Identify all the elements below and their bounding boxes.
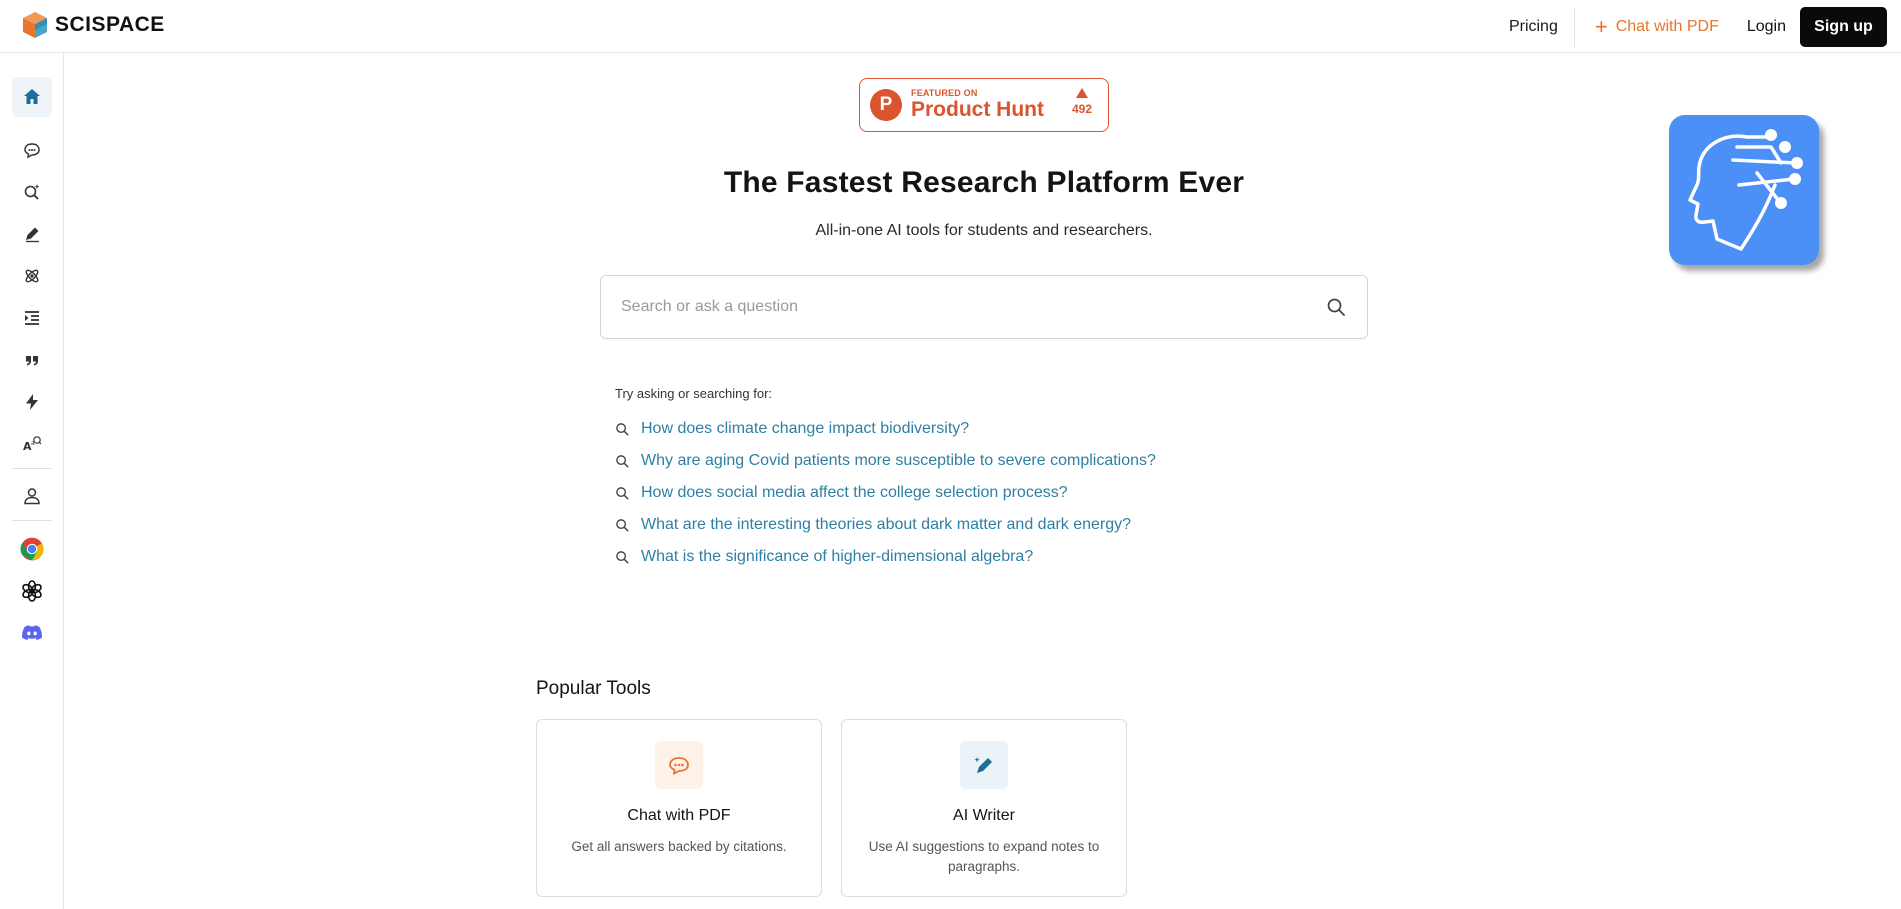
suggestion-item[interactable]: What is the significance of higher-dimen…	[615, 541, 1156, 573]
user-icon	[24, 488, 40, 505]
search-icon	[616, 550, 629, 564]
discord-icon	[22, 625, 42, 641]
home-icon	[24, 89, 40, 104]
brand[interactable]: SCISPACE	[23, 12, 165, 38]
tool-description: Get all answers backed by citations.	[571, 839, 787, 854]
sidebar-divider	[12, 520, 52, 521]
product-hunt-featured: FEATURED ON	[911, 88, 978, 98]
suggestion-text: What are the interesting theories about …	[641, 516, 1132, 533]
sidebar-item-openai[interactable]	[12, 571, 52, 611]
sidebar-item-outline[interactable]	[12, 298, 52, 338]
search-icon	[616, 486, 629, 500]
lightning-icon	[26, 394, 38, 410]
top-nav: Pricing + Chat with PDF Login Sign up	[1493, 0, 1901, 53]
sidebar-item-chrome[interactable]	[12, 529, 52, 569]
popular-tools-heading: Popular Tools	[536, 678, 651, 699]
suggestion-text: What is the significance of higher-dimen…	[641, 548, 1034, 565]
chrome-icon	[20, 537, 44, 561]
suggestion-text: How does climate change impact biodivers…	[641, 420, 970, 437]
sidebar-item-chat[interactable]	[12, 130, 52, 170]
search-icon	[616, 454, 629, 468]
pen-sparkle-icon	[974, 757, 992, 773]
atom-icon	[25, 269, 39, 283]
pricing-link[interactable]: Pricing	[1493, 18, 1574, 36]
brain-illustration	[1669, 115, 1819, 265]
page-subtitle: All-in-one AI tools for students and res…	[815, 222, 1153, 239]
sidebar-item-flash[interactable]	[12, 382, 52, 422]
tool-card-ai-writer[interactable]: AI Writer Use AI suggestions to expand n…	[841, 719, 1127, 897]
sidebar-divider	[12, 468, 52, 469]
login-link[interactable]: Login	[1733, 18, 1800, 36]
product-hunt-text: FEATURED ON Product Hunt	[911, 88, 1044, 122]
suggestion-text: Why are aging Covid patients more suscep…	[641, 452, 1156, 469]
sidebar-item-atom[interactable]	[12, 256, 52, 296]
ai-brain-icon	[1688, 129, 1803, 251]
sidebar-item-paraphrase[interactable]: Aa	[12, 424, 52, 464]
quote-icon	[26, 356, 38, 366]
upvote-arrow-icon	[1075, 88, 1088, 98]
product-hunt-name: Product Hunt	[911, 98, 1044, 121]
brand-name: SCISPACE	[55, 13, 165, 36]
top-bar: SCISPACE Pricing + Chat with PDF Login S…	[0, 0, 1901, 53]
text-ai-icon: Aa	[23, 436, 42, 453]
page-title: The Fastest Research Platform Ever	[723, 166, 1245, 199]
chat-with-pdf-label: Chat with PDF	[1615, 17, 1719, 35]
product-hunt-logo-icon: P	[870, 89, 902, 121]
search-icon	[616, 518, 629, 532]
suggestion-list: How does climate change impact biodivers…	[615, 413, 1156, 573]
chat-bubble-icon	[669, 757, 689, 776]
scispace-logo-icon	[23, 12, 47, 38]
sidebar-item-home[interactable]	[12, 77, 52, 117]
search-bar	[600, 275, 1368, 339]
search-input[interactable]	[621, 298, 1325, 316]
suggestion-item[interactable]: How does social media affect the college…	[615, 477, 1156, 509]
sidebar-item-discord[interactable]	[12, 613, 52, 653]
search-icon[interactable]	[1325, 296, 1347, 318]
plus-icon: +	[1594, 13, 1608, 39]
suggestion-item[interactable]: How does climate change impact biodivers…	[615, 413, 1156, 445]
signup-button[interactable]: Sign up	[1800, 6, 1887, 47]
chat-bubble-icon	[24, 143, 40, 159]
chat-with-pdf-link[interactable]: + Chat with PDF	[1575, 13, 1733, 39]
outline-list-icon	[25, 311, 39, 325]
tool-icon-box	[960, 741, 1008, 789]
tool-icon-box	[655, 741, 703, 789]
search-icon	[616, 422, 629, 436]
product-hunt-votes: 492	[1072, 88, 1092, 116]
openai-icon	[22, 580, 42, 602]
suggestion-item[interactable]: What are the interesting theories about …	[615, 509, 1156, 541]
sidebar-item-account[interactable]	[12, 476, 52, 516]
suggestion-text: How does social media affect the college…	[641, 484, 1068, 501]
sidebar-item-citation[interactable]	[12, 340, 52, 380]
suggestion-item[interactable]: Why are aging Covid patients more suscep…	[615, 445, 1156, 477]
tool-name: AI Writer	[953, 807, 1015, 824]
product-hunt-vote-count: 492	[1071, 102, 1092, 116]
tool-card-chat-with-pdf[interactable]: Chat with PDF Get all answers backed by …	[536, 719, 822, 897]
product-hunt-badge[interactable]: P FEATURED ON Product Hunt 492	[859, 78, 1109, 132]
suggestions-label: Try asking or searching for:	[615, 386, 773, 401]
tool-name: Chat with PDF	[627, 807, 731, 824]
tool-description: Use AI suggestions to expand notes to pa…	[868, 839, 1100, 874]
